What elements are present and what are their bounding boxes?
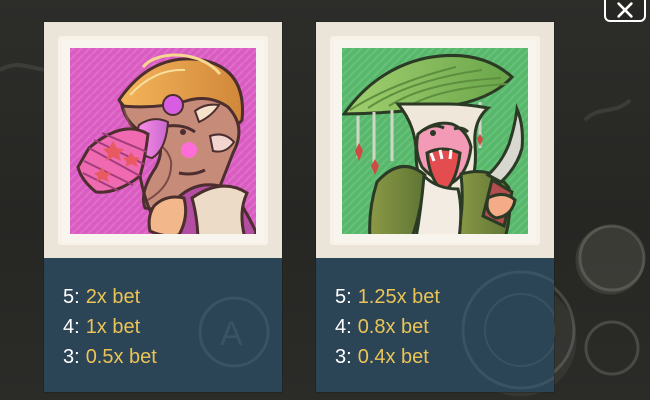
payout-count: 4: xyxy=(63,316,80,338)
payout-count: 3: xyxy=(335,346,352,368)
payout-list: 5: 1.25x bet 4: 0.8x bet 3: 0.4x bet xyxy=(335,282,440,372)
payout-value: 1x bet xyxy=(85,316,141,338)
symbol-paytable-monkey-fan: A 5: 2x bet 4: 1x bet 3: 0.5x bet xyxy=(44,258,282,392)
close-button[interactable] xyxy=(604,0,646,22)
symbol-card-monkey-fan: A 5: 2x bet 4: 1x bet 3: 0.5x bet xyxy=(44,22,282,392)
payout-value: 2x bet xyxy=(85,286,141,308)
payout-value: 0.4x bet xyxy=(357,346,429,368)
payout-list: 5: 2x bet 4: 1x bet 3: 0.5x bet xyxy=(63,282,157,372)
symbol-paytable-monkey-knife: 5: 1.25x bet 4: 0.8x bet 3: 0.4x bet xyxy=(316,258,554,392)
payout-count: 4: xyxy=(335,316,352,338)
monkey-fan-symbol-art xyxy=(44,22,282,258)
payout-row: 4: 0.8x bet xyxy=(335,312,440,342)
payout-count: 5: xyxy=(335,286,352,308)
symbol-card-monkey-knife: 5: 1.25x bet 4: 0.8x bet 3: 0.4x bet xyxy=(316,22,554,392)
payout-row: 3: 0.4x bet xyxy=(335,342,440,372)
payout-value: 1.25x bet xyxy=(357,286,440,308)
payout-row: 5: 2x bet xyxy=(63,282,157,312)
payout-count: 5: xyxy=(63,286,80,308)
payout-value: 0.5x bet xyxy=(85,346,157,368)
payout-count: 3: xyxy=(63,346,80,368)
payout-value: 0.8x bet xyxy=(357,316,429,338)
payout-row: 3: 0.5x bet xyxy=(63,342,157,372)
monkey-knife-symbol-art xyxy=(316,22,554,258)
payout-row: 5: 1.25x bet xyxy=(335,282,440,312)
svg-text:A: A xyxy=(220,315,243,353)
close-icon xyxy=(617,2,633,18)
payout-row: 4: 1x bet xyxy=(63,312,157,342)
